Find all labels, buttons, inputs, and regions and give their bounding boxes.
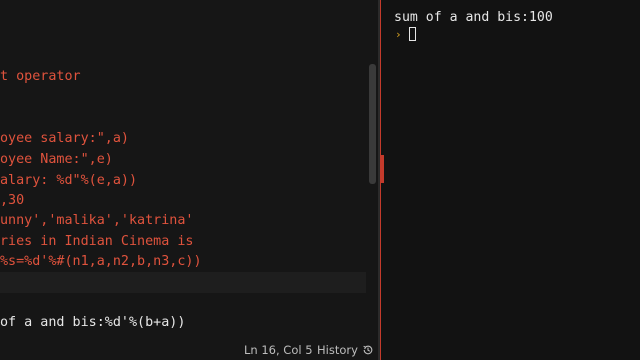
code-line-6[interactable]: unny','malika','katrina' <box>0 211 193 231</box>
history-clock-icon <box>363 345 373 355</box>
code-line-8[interactable]: %s=%d'%#(n1,a,n2,b,n3,c)) <box>0 252 202 272</box>
console-input-cursor[interactable] <box>409 27 416 41</box>
console-output-line: sum of a and bis:100 <box>394 10 553 25</box>
current-line-highlight <box>0 272 366 293</box>
console-prompt-icon: › <box>395 28 402 41</box>
pane-resize-handle[interactable] <box>381 155 384 183</box>
code-line-1[interactable]: t operator <box>0 67 81 87</box>
app-window: t operator oyee salary:",a) oyee Name:",… <box>0 0 640 360</box>
code-editor[interactable]: t operator oyee salary:",a) oyee Name:",… <box>0 0 378 360</box>
cursor-position[interactable]: Ln 16, Col 5 <box>244 343 313 357</box>
code-line-9[interactable]: of a and bis:%d'%(b+a)) <box>0 313 185 333</box>
code-line-7[interactable]: ries in Indian Cinema is <box>0 232 193 252</box>
status-bar: Ln 16, Col 5 History <box>0 340 378 360</box>
console-pane[interactable]: sum of a and bis:100 › <box>385 0 640 360</box>
history-button[interactable]: History <box>317 343 374 357</box>
code-line-4[interactable]: alary: %d"%(e,a)) <box>0 171 137 191</box>
code-line-2[interactable]: oyee salary:",a) <box>0 129 129 149</box>
history-label: History <box>317 343 358 357</box>
code-line-3[interactable]: oyee Name:",e) <box>0 150 113 170</box>
code-line-5[interactable]: ,30 <box>0 191 24 211</box>
editor-scrollbar[interactable] <box>369 64 376 184</box>
